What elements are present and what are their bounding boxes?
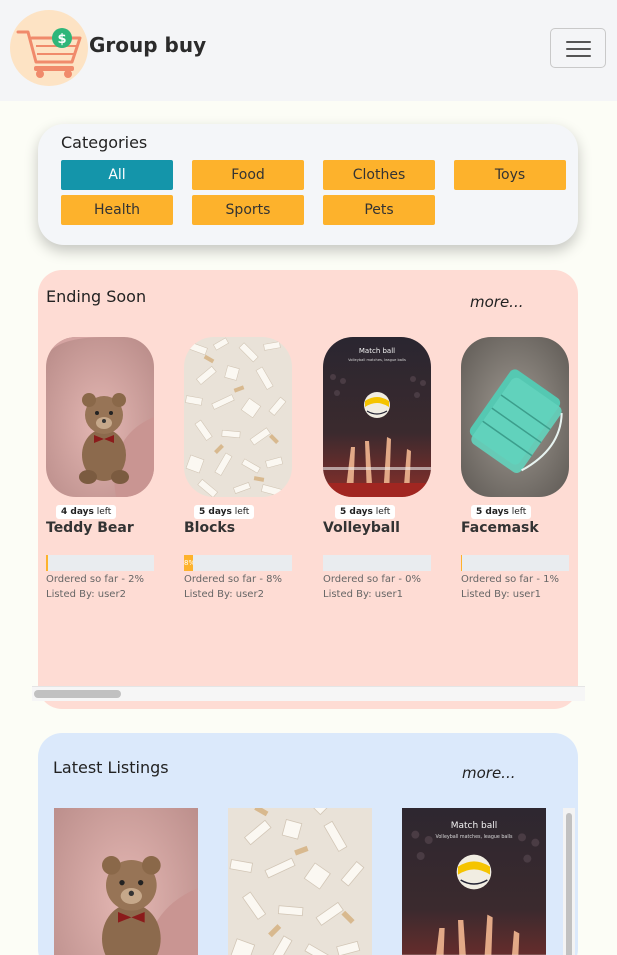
order-progress-bar: 8% bbox=[184, 555, 292, 571]
hamburger-line bbox=[566, 48, 591, 50]
categories-title: Categories bbox=[61, 133, 148, 152]
ordered-so-far-text: Ordered so far - 0% bbox=[323, 574, 421, 585]
hamburger-menu-icon bbox=[566, 41, 591, 43]
navbar-toggler-button[interactable] bbox=[550, 28, 606, 68]
listed-by-text: Listed By: user1 bbox=[461, 589, 541, 600]
image-text-subtitle: Volleyball matches, league balls bbox=[435, 834, 513, 840]
days-left-count: 4 days bbox=[61, 507, 94, 517]
brand-title[interactable]: Group buy bbox=[89, 33, 206, 57]
image-text-title: Match ball bbox=[451, 821, 498, 831]
order-progress-bar bbox=[461, 555, 569, 571]
days-left-badge: 5 days left bbox=[471, 505, 532, 519]
listed-by-text: Listed By: user2 bbox=[46, 589, 126, 600]
latest-listing-image-teddy-bear[interactable] bbox=[54, 808, 198, 955]
product-image-facemask[interactable] bbox=[461, 337, 569, 497]
category-button-sports[interactable]: Sports bbox=[192, 195, 304, 225]
latest-listing-image-blocks[interactable] bbox=[228, 808, 372, 955]
latest-listings-more-link[interactable]: more... bbox=[462, 764, 516, 782]
ending-soon-more-link[interactable]: more... bbox=[470, 293, 524, 311]
categories-panel: Categories All Food Clothes Toys Health … bbox=[38, 124, 578, 245]
days-left-count: 5 days bbox=[476, 507, 509, 517]
latest-listings-section: Latest Listings more... Match ball Volle… bbox=[38, 733, 578, 955]
ordered-so-far-text: Ordered so far - 8% bbox=[184, 574, 282, 585]
product-name[interactable]: Blocks bbox=[184, 520, 235, 536]
listed-by-text: Listed By: user2 bbox=[184, 589, 264, 600]
order-progress-bar bbox=[323, 555, 431, 571]
product-name[interactable]: Volleyball bbox=[323, 520, 400, 536]
ordered-so-far-text: Ordered so far - 1% bbox=[461, 574, 559, 585]
order-progress-fill bbox=[461, 555, 463, 571]
order-progress-fill bbox=[46, 555, 49, 571]
listed-by-text: Listed By: user1 bbox=[323, 589, 403, 600]
days-left-count: 5 days bbox=[199, 507, 232, 517]
order-progress-label: 8% bbox=[184, 559, 193, 567]
ordered-so-far-text: Ordered so far - 2% bbox=[46, 574, 144, 585]
category-button-all[interactable]: All bbox=[61, 160, 173, 190]
category-button-food[interactable]: Food bbox=[192, 160, 304, 190]
image-text-title: Match ball bbox=[359, 347, 395, 355]
days-left-suffix: left bbox=[375, 507, 391, 517]
days-left-suffix: left bbox=[96, 507, 112, 517]
scrollbar-thumb[interactable] bbox=[34, 690, 121, 698]
days-left-badge: 5 days left bbox=[335, 505, 396, 519]
product-image-teddy-bear[interactable] bbox=[46, 337, 154, 497]
shopping-cart-logo[interactable]: $ bbox=[10, 10, 88, 86]
category-button-toys[interactable]: Toys bbox=[454, 160, 566, 190]
days-left-badge: 4 days left bbox=[56, 505, 117, 519]
latest-listing-image-volleyball[interactable]: Match ball Volleyball matches, league ba… bbox=[402, 808, 546, 955]
days-left-badge: 5 days left bbox=[194, 505, 255, 519]
order-progress-bar bbox=[46, 555, 154, 571]
hamburger-line bbox=[566, 55, 591, 57]
product-image-volleyball[interactable]: Match ball Volleyball matches, league ba… bbox=[323, 337, 431, 497]
days-left-suffix: left bbox=[234, 507, 250, 517]
order-progress-fill: 8% bbox=[184, 555, 193, 571]
scrollbar-thumb[interactable] bbox=[566, 813, 572, 955]
days-left-count: 5 days bbox=[340, 507, 373, 517]
image-text-subtitle: Volleyball matches, league balls bbox=[348, 358, 406, 362]
ending-soon-title: Ending Soon bbox=[46, 287, 147, 306]
ending-soon-section: Ending Soon more... 4 days left Teddy Be… bbox=[38, 270, 578, 709]
category-button-health[interactable]: Health bbox=[61, 195, 173, 225]
product-name[interactable]: Facemask bbox=[461, 520, 539, 536]
navbar: $ Group buy bbox=[0, 0, 617, 101]
product-image-blocks[interactable] bbox=[184, 337, 292, 497]
ending-soon-horizontal-scrollbar[interactable] bbox=[32, 686, 585, 701]
product-name[interactable]: Teddy Bear bbox=[46, 520, 134, 536]
latest-listings-title: Latest Listings bbox=[53, 758, 169, 777]
category-button-clothes[interactable]: Clothes bbox=[323, 160, 435, 190]
category-button-pets[interactable]: Pets bbox=[323, 195, 435, 225]
latest-listings-vertical-scrollbar[interactable] bbox=[563, 808, 575, 955]
days-left-suffix: left bbox=[511, 507, 527, 517]
svg-text:$: $ bbox=[57, 32, 66, 47]
